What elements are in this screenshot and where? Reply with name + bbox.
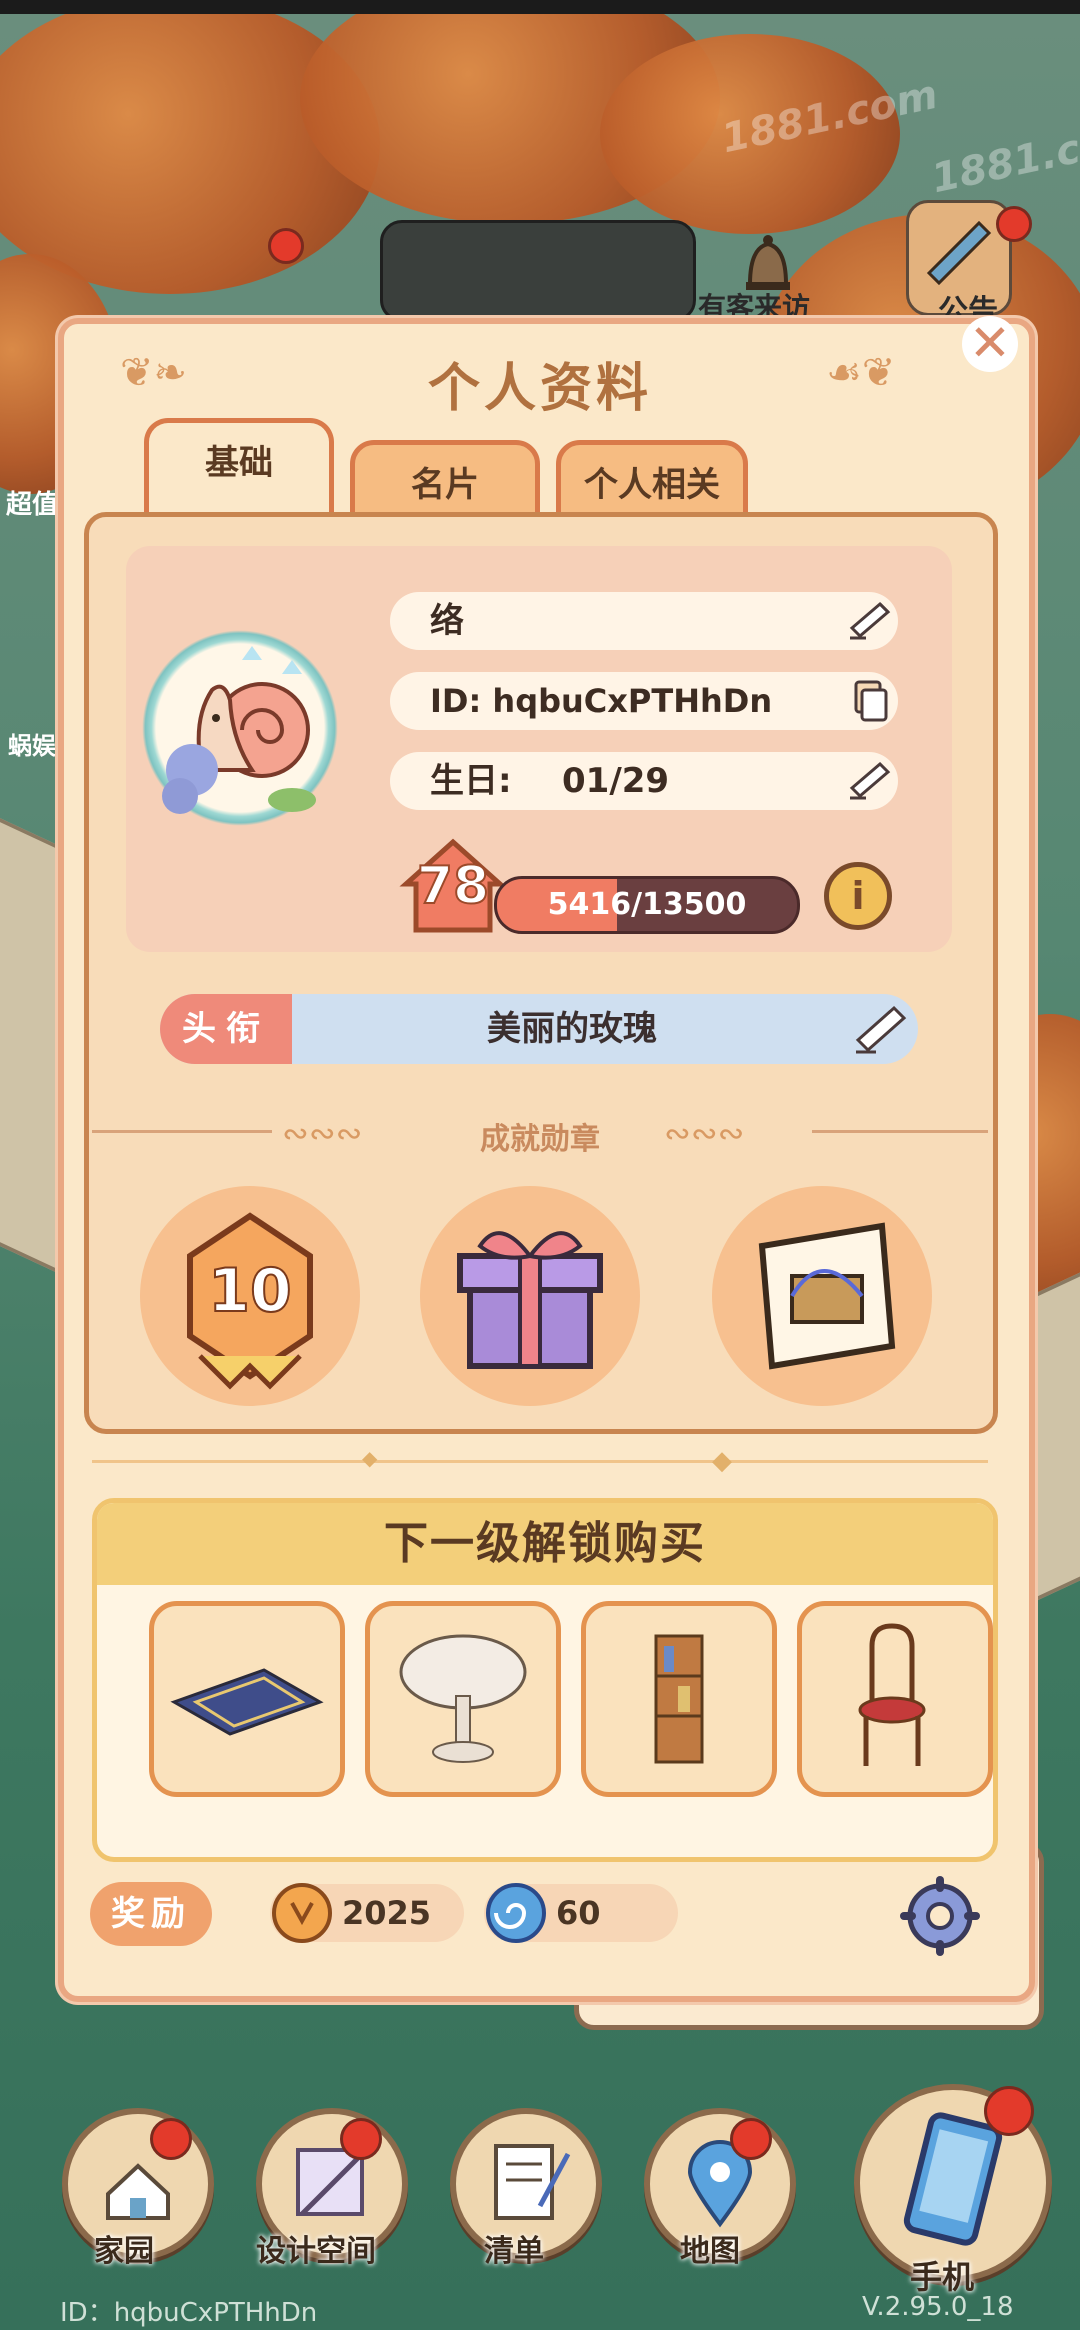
title-tag: 头衔	[160, 994, 292, 1064]
unlock-panel: 下一级解锁购买	[92, 1498, 998, 1862]
notification-dot	[984, 2086, 1034, 2136]
level-number: 78	[416, 855, 490, 917]
swirl-gem-icon	[486, 1883, 546, 1943]
notification-dot	[730, 2118, 772, 2160]
edit-pencil-icon[interactable]	[846, 758, 894, 804]
watermark: 1881.com	[927, 111, 1080, 203]
rug-icon	[170, 1668, 324, 1736]
nav-design-label: 设计空间	[256, 2234, 376, 2269]
coin-reward: 2025	[270, 1883, 464, 1943]
left-menu-label: 蜗娱	[8, 732, 56, 760]
unlock-item-table[interactable]	[365, 1601, 561, 1797]
copy-icon[interactable]	[846, 678, 894, 724]
bookshelf-icon	[654, 1634, 704, 1764]
status-bar	[0, 0, 1080, 14]
tab-basic[interactable]: 基础	[144, 418, 334, 519]
gear-icon[interactable]	[898, 1874, 982, 1958]
section-divider	[92, 1460, 988, 1463]
footer-version: V.2.95.0_18	[862, 2292, 1014, 2322]
name-row: 络	[390, 592, 898, 650]
footer-player-id: ID：hqbuCxPTHhDn	[60, 2298, 318, 2328]
round-table-icon	[399, 1634, 527, 1763]
nav-list-label: 清单	[484, 2234, 544, 2269]
scroll-box-badge-icon[interactable]	[712, 1186, 932, 1406]
exp-text: 5416/13500	[547, 887, 747, 922]
title-value: 美丽的玫瑰	[487, 1009, 657, 1049]
avatar[interactable]	[132, 620, 348, 836]
unlock-heading: 下一级解锁购买	[97, 1503, 993, 1585]
player-title-bar: 头衔 美丽的玫瑰	[160, 994, 918, 1064]
gift-box-badge-icon[interactable]	[420, 1186, 640, 1406]
coin-amount: 2025	[342, 1894, 432, 1932]
player-name: 络	[430, 601, 464, 641]
birthday-value: 01/29	[562, 761, 670, 801]
badge-art	[758, 1222, 896, 1370]
chair-icon	[858, 1623, 926, 1766]
nav-map-label: 地图	[680, 2234, 740, 2269]
player-id: ID: hqbuCxPTHhDn	[430, 682, 773, 720]
left-menu-label: 超值	[6, 490, 59, 520]
info-button[interactable]: i	[824, 862, 892, 930]
birthday-label: 生日:	[430, 761, 512, 801]
coin-icon	[272, 1883, 332, 1943]
notification-dot	[150, 2118, 192, 2160]
unlock-item-rug[interactable]	[149, 1601, 345, 1797]
divider-gem: ◆	[712, 1446, 732, 1476]
unlock-item-chair[interactable]	[797, 1601, 993, 1797]
gem-reward: 60	[484, 1883, 678, 1943]
level-10-badge-icon[interactable]: 10	[140, 1186, 360, 1406]
id-row: ID: hqbuCxPTHhDn	[390, 672, 898, 730]
badge-number: 10	[207, 1255, 293, 1327]
edit-pencil-icon[interactable]	[846, 598, 894, 644]
snail-avatar-icon	[162, 646, 316, 814]
gem-amount: 60	[556, 1894, 601, 1932]
edit-pencil-icon[interactable]	[850, 1000, 910, 1058]
divider-gem: ◆	[362, 1446, 378, 1470]
notification-dot	[268, 228, 304, 264]
nav-home-label: 家园	[94, 2234, 154, 2269]
unlock-item-bookshelf[interactable]	[581, 1601, 777, 1797]
birthday-row: 生日: 01/29	[390, 752, 898, 810]
reward-label: 奖励	[90, 1882, 212, 1946]
notification-dot	[996, 206, 1032, 242]
notification-dot	[340, 2118, 382, 2160]
achievements-heading: 成就勋章	[480, 1122, 600, 1157]
exp-bar: 5416/13500	[494, 876, 800, 934]
badge-art	[457, 1231, 603, 1369]
weather-widget[interactable]	[380, 220, 696, 322]
modal-title: 个人资料	[427, 359, 652, 419]
